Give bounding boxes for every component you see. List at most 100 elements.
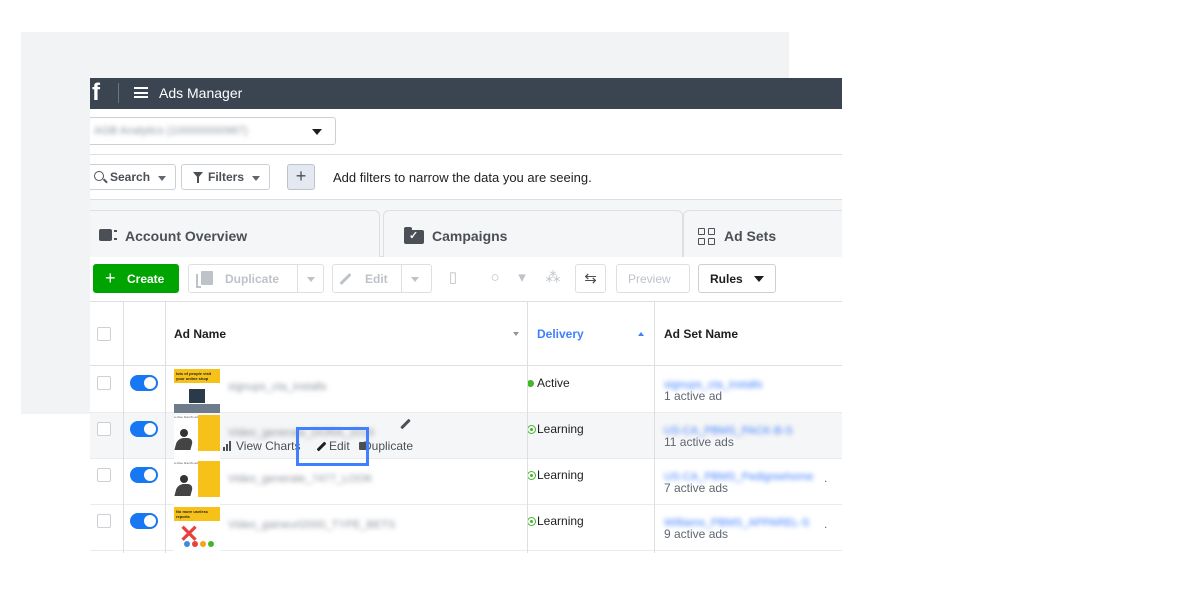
- ad-name-text: Video_gaineurl2000_TYPE_BETS: [228, 519, 396, 531]
- table-row[interactable]: No more useless reports ✕ Video_gaineurl…: [90, 505, 842, 551]
- column-divider: [123, 302, 124, 553]
- ad-name[interactable]: Video_generate_7477_LOOK: [228, 469, 373, 487]
- overflow-dot: .: [824, 471, 828, 485]
- sort-icon[interactable]: [513, 332, 519, 336]
- thumbnail-person: [176, 429, 194, 451]
- chevron-down-icon[interactable]: [307, 277, 315, 282]
- app-title: Ads Manager: [159, 85, 243, 101]
- screenshot-stage: f Ads Manager AGB Analytics (10000000098…: [0, 0, 1180, 590]
- search-icon: [94, 171, 104, 181]
- preview-button[interactable]: Preview: [616, 264, 690, 293]
- edit-button[interactable]: Edit: [332, 264, 432, 293]
- ad-toggle[interactable]: [130, 467, 158, 483]
- ad-thumbnail[interactable]: a shoe brand's ad: [174, 415, 220, 459]
- thumbnail-yellow: [198, 415, 220, 451]
- table-row[interactable]: lots of people visit your online shop si…: [90, 367, 842, 413]
- thumbnail-laptop: [189, 389, 205, 403]
- search-button[interactable]: Search: [90, 164, 176, 190]
- row-duplicate-label: Duplicate: [363, 439, 414, 453]
- rules-button[interactable]: Rules: [698, 264, 776, 293]
- ad-name-text: signups_cta_installs: [228, 381, 327, 393]
- column-header-ad-name[interactable]: Ad Name: [174, 327, 226, 341]
- pencil-icon: [339, 272, 352, 286]
- ad-toggle[interactable]: [130, 513, 158, 529]
- search-label: Search: [110, 170, 151, 184]
- account-name: AGB Analytics (100000000987): [94, 125, 248, 137]
- edit-label: Edit: [365, 272, 388, 286]
- status-dot-learning: [527, 425, 536, 434]
- column-divider: [165, 302, 166, 553]
- duplicate-button[interactable]: Duplicate: [188, 264, 324, 293]
- thumbnail-text: lots of people visit your online shop: [176, 371, 212, 381]
- clipboard-icon[interactable]: ▯: [441, 264, 465, 293]
- toolbar: + Create Duplicate Edit ▯ ○ ▾ ⁂ ⇆ Previe…: [90, 257, 842, 301]
- ads-table: Ad Name Delivery Ad Set Name lots of peo…: [90, 301, 842, 553]
- ad-name[interactable]: Video_gaineurl2000_TYPE_BETS: [228, 515, 395, 533]
- row-checkbox[interactable]: [97, 514, 111, 528]
- delivery-text: Learning: [537, 468, 584, 482]
- delivery-status: Learning: [527, 468, 584, 482]
- add-filter-button[interactable]: +: [287, 164, 315, 190]
- toolbar-divider: [297, 265, 298, 292]
- thumbnail-dots: [184, 541, 214, 547]
- tab-label: Campaigns: [432, 228, 508, 244]
- thumbnail-person: [176, 475, 194, 497]
- thumbnail-desk: [174, 404, 220, 413]
- ad-thumbnail[interactable]: a shoe brand's ad: [174, 461, 220, 505]
- folder-check-icon: [404, 227, 424, 244]
- table-row[interactable]: a shoe brand's ad Video_generate_DORA_20…: [90, 413, 842, 459]
- create-label: Create: [127, 272, 165, 286]
- tab-campaigns[interactable]: Campaigns: [383, 210, 683, 257]
- chevron-down-icon: [158, 176, 166, 181]
- chevron-down-icon: [754, 276, 764, 282]
- select-all-checkbox[interactable]: [97, 327, 111, 341]
- column-header-delivery[interactable]: Delivery: [537, 327, 584, 341]
- chevron-down-icon: [252, 176, 260, 181]
- toolbar-divider: [401, 265, 402, 292]
- column-header-ad-set-name[interactable]: Ad Set Name: [664, 327, 738, 341]
- top-bar: f Ads Manager: [90, 78, 842, 109]
- status-dot-learning: [527, 471, 536, 480]
- create-button[interactable]: + Create: [93, 264, 179, 293]
- ad-name[interactable]: signups_cta_installs: [228, 377, 326, 395]
- account-selector[interactable]: AGB Analytics (100000000987): [90, 117, 336, 145]
- hamburger-menu-icon[interactable]: [134, 87, 148, 98]
- duplicate-icon: [196, 271, 213, 288]
- filters-label: Filters: [208, 170, 245, 184]
- facebook-logo[interactable]: f: [92, 80, 100, 106]
- funnel-icon: [193, 172, 203, 183]
- trash-icon[interactable]: ▾: [510, 264, 534, 293]
- reset-icon[interactable]: ○: [483, 264, 507, 293]
- ad-toggle[interactable]: [130, 375, 158, 391]
- delivery-text: Learning: [537, 514, 584, 528]
- row-checkbox[interactable]: [97, 376, 111, 390]
- ad-thumbnail[interactable]: lots of people visit your online shop: [174, 369, 220, 413]
- plus-icon: +: [105, 268, 116, 288]
- duplicate-label: Duplicate: [225, 272, 280, 286]
- rules-label: Rules: [710, 272, 743, 286]
- delivery-status: Active: [527, 376, 570, 390]
- sort-ascending-icon[interactable]: [638, 332, 644, 336]
- row-checkbox[interactable]: [97, 422, 111, 436]
- row-checkbox[interactable]: [97, 468, 111, 482]
- ad-thumbnail[interactable]: No more useless reports ✕: [174, 507, 220, 551]
- tab-account-overview[interactable]: Account Overview: [90, 210, 380, 257]
- tab-label: Account Overview: [125, 228, 248, 244]
- edit-name-pencil-icon[interactable]: [400, 418, 411, 430]
- overview-icon: [99, 229, 117, 241]
- status-dot-learning: [527, 517, 536, 526]
- preview-toggle-icon[interactable]: ⇆: [575, 264, 606, 293]
- chevron-down-icon[interactable]: [411, 277, 419, 282]
- edit-action-highlight: [296, 427, 369, 466]
- ad-set-count: 11 active ads: [664, 435, 734, 449]
- ad-toggle[interactable]: [130, 421, 158, 437]
- delivery-text: Active: [537, 376, 570, 390]
- table-row[interactable]: a shoe brand's ad Video_generate_7477_LO…: [90, 459, 842, 505]
- account-bar: AGB Analytics (100000000987): [90, 109, 842, 155]
- tab-ad-sets[interactable]: Ad Sets: [683, 210, 842, 257]
- people-icon[interactable]: ⁂: [541, 264, 565, 293]
- delivery-status: Learning: [527, 514, 584, 528]
- ad-set-count: 1 active ad: [664, 389, 723, 403]
- delivery-status: Learning: [527, 422, 584, 436]
- filters-button[interactable]: Filters: [181, 164, 270, 190]
